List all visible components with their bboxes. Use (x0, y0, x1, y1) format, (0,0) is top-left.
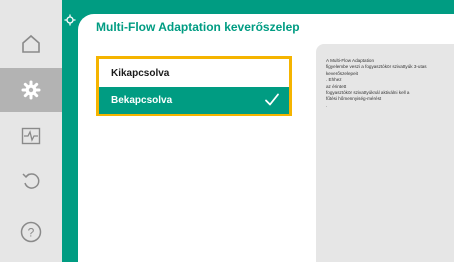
undo-icon (22, 173, 40, 189)
diagnostics-icon (21, 127, 41, 145)
active-section-tab (62, 14, 78, 44)
option-on[interactable]: Bekapcsolva (99, 87, 289, 114)
option-on-label: Bekapcsolva (111, 95, 173, 106)
settings-button[interactable] (0, 68, 62, 112)
checkmark-icon (265, 93, 279, 106)
settings-gear-icon (21, 80, 41, 100)
help-button[interactable]: ? (0, 210, 62, 254)
option-off[interactable]: Kikapcsolva (99, 60, 289, 87)
gear-icon (64, 14, 76, 26)
page-title: Multi-Flow Adaptation keverőszelep (96, 20, 300, 34)
option-list: Kikapcsolva Bekapcsolva (96, 56, 292, 116)
svg-text:?: ? (28, 226, 35, 240)
diagnostics-button[interactable] (0, 114, 62, 158)
home-icon (22, 34, 40, 53)
info-text: A Multi-Flow Adaptation figyelembe veszi… (326, 58, 452, 109)
info-line: . (326, 102, 328, 108)
option-off-label: Kikapcsolva (111, 68, 170, 79)
nav-rail: ? (0, 0, 62, 262)
undo-button[interactable] (0, 158, 62, 202)
info-panel: A Multi-Flow Adaptation figyelembe veszi… (316, 44, 454, 262)
home-button[interactable] (0, 22, 62, 66)
help-icon: ? (20, 221, 42, 243)
